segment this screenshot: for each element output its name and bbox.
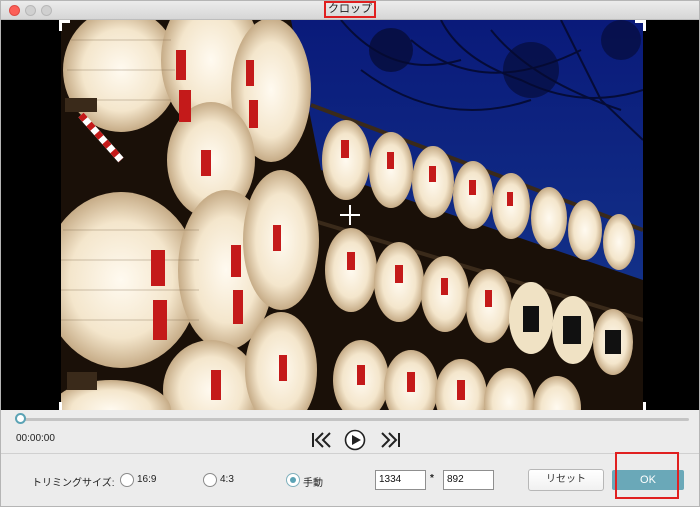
seek-bar[interactable] — [16, 418, 689, 421]
width-input[interactable]: 1334 — [375, 470, 426, 490]
radio-4-3-label[interactable]: 4:3 — [220, 474, 234, 485]
seek-handle[interactable] — [15, 413, 26, 424]
skip-back-icon[interactable] — [310, 429, 332, 451]
crop-handle-top-left[interactable] — [59, 20, 70, 31]
crop-handle-top-right[interactable] — [635, 20, 646, 31]
radio-manual[interactable] — [286, 473, 300, 487]
skip-forward-icon[interactable] — [380, 429, 402, 451]
crop-window: クロップ 00:00:00 トリミングサイズ: 16:9 4:3 手動 1334… — [0, 0, 700, 507]
crop-handle-bottom-right[interactable] — [635, 402, 646, 410]
ok-highlight-box — [615, 452, 679, 499]
trim-size-label: トリミングサイズ: — [32, 478, 115, 489]
radio-16-9[interactable] — [120, 473, 134, 487]
title-bar: クロップ — [1, 1, 699, 20]
radio-4-3[interactable] — [203, 473, 217, 487]
close-button[interactable] — [9, 5, 20, 16]
radio-16-9-label[interactable]: 16:9 — [137, 474, 156, 485]
divider — [1, 453, 699, 454]
play-circle-icon[interactable] — [344, 429, 366, 451]
minimize-button[interactable] — [25, 5, 36, 16]
reset-button[interactable]: リセット — [528, 469, 604, 491]
video-preview[interactable] — [1, 20, 699, 410]
size-separator: * — [430, 473, 434, 484]
height-input[interactable]: 892 — [443, 470, 494, 490]
time-display: 00:00:00 — [16, 433, 55, 444]
window-title: クロップ — [324, 1, 376, 18]
crop-handle-bottom-left[interactable] — [59, 402, 70, 410]
zoom-button[interactable] — [41, 5, 52, 16]
crosshair-move-icon[interactable] — [340, 205, 360, 225]
radio-manual-label[interactable]: 手動 — [303, 474, 323, 489]
